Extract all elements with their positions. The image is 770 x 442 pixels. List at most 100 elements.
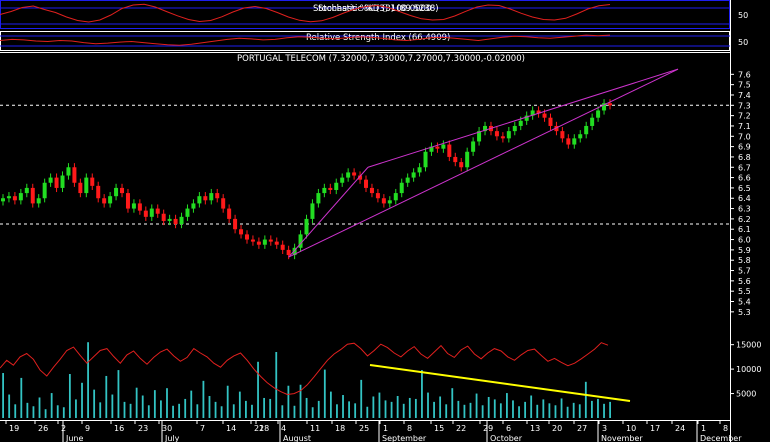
- candle-body: [48, 177, 53, 183]
- volume-bar: [354, 403, 357, 418]
- price-tick-label: 6.0: [738, 236, 751, 245]
- x-day-label: 26: [38, 424, 48, 433]
- volume-bar: [402, 403, 405, 418]
- volume-tick-label: 10000: [736, 365, 761, 374]
- candle-body: [54, 177, 59, 188]
- volume-bar: [530, 395, 533, 418]
- volume-bar: [396, 396, 399, 418]
- volume-trendline: [369, 364, 631, 402]
- volume-bar: [178, 403, 181, 418]
- price-tick-label: 7.1: [738, 122, 751, 131]
- x-day-label: 22: [456, 424, 466, 433]
- volume-bar: [147, 405, 150, 418]
- volume-bar: [56, 405, 59, 418]
- candle-body: [316, 193, 321, 204]
- volume-bar: [524, 401, 527, 418]
- volume-bar: [475, 393, 478, 418]
- price-tick-label: 5.7: [738, 267, 751, 276]
- volume-bar: [463, 404, 466, 418]
- volume-bar: [166, 388, 168, 418]
- volume-overlay-line: [0, 342, 609, 396]
- x-day-label: 7: [200, 424, 205, 433]
- volume-bar: [93, 389, 96, 418]
- volume-bar: [445, 404, 448, 418]
- candle-body: [518, 120, 523, 126]
- volume-bar: [342, 395, 344, 418]
- candle-body: [120, 187, 125, 194]
- volume-tick-label: 15000: [736, 341, 761, 350]
- volume-bar: [433, 401, 435, 418]
- x-day-label: 10: [626, 424, 636, 433]
- volume-bar: [323, 369, 326, 418]
- volume-bar: [160, 400, 162, 418]
- volume-bar: [554, 405, 557, 418]
- x-axis: 19 26 2 9 16 23 30 7 14 2128 4 11 18 25 1 8 15 22 29 6 13 20 2…: [0, 420, 742, 442]
- price-title: PORTUGAL TELECOM (7.32000,7.33000,7.2700…: [237, 54, 525, 64]
- candle-body: [465, 151, 470, 168]
- volume-bar: [32, 406, 35, 418]
- volume-bar: [275, 352, 278, 418]
- candle-body: [209, 193, 214, 201]
- volume-tick-label: 5000: [736, 390, 756, 399]
- price-tick-label: 5.8: [738, 256, 751, 265]
- price-tick-label: 7.6: [738, 70, 751, 79]
- stochastic-series-line: [0, 3, 611, 23]
- candle-body: [60, 175, 65, 188]
- candle-body: [102, 198, 107, 204]
- candle-body: [108, 196, 113, 204]
- price-tick-label: 5.6: [738, 277, 751, 286]
- volume-bar: [99, 402, 102, 418]
- volume-bar: [590, 400, 593, 418]
- stochastic-tick-label: 50: [738, 11, 748, 20]
- x-day-label: 30: [162, 424, 172, 433]
- candle-body: [417, 167, 422, 173]
- volume-bar: [75, 399, 77, 418]
- volume-bar: [135, 387, 138, 418]
- volume-bar: [141, 395, 144, 418]
- volume-bar: [578, 404, 581, 418]
- candle-body: [262, 239, 267, 245]
- price-tick-label: 5.9: [738, 246, 751, 255]
- x-month-label: November: [601, 434, 643, 442]
- volume-bar: [609, 401, 611, 418]
- x-day-label: 19: [9, 424, 19, 433]
- volume-bar: [111, 394, 114, 418]
- price-trendline: [288, 68, 679, 258]
- volume-bar: [202, 380, 205, 418]
- volume-bar: [572, 402, 575, 418]
- volume-bar: [38, 397, 41, 418]
- volume-bar: [427, 392, 429, 418]
- volume-bar: [366, 406, 369, 418]
- volume-bar: [536, 404, 539, 418]
- volume-bar: [263, 397, 266, 418]
- volume-bar: [421, 370, 423, 418]
- candle-body: [447, 144, 452, 157]
- candle-body: [441, 144, 446, 149]
- volume-bar: [499, 403, 502, 418]
- volume-bar: [123, 401, 126, 418]
- price-tick-label: 6.8: [738, 153, 751, 162]
- price-tick-label: 6.7: [738, 163, 751, 172]
- candle-body: [387, 200, 392, 204]
- volume-bar: [117, 370, 120, 418]
- candle-body: [572, 138, 577, 145]
- x-month-label: September: [382, 434, 427, 442]
- candle-body: [328, 187, 333, 190]
- price-trendline: [367, 68, 679, 168]
- candle-body: [405, 177, 410, 183]
- candle-body: [72, 167, 77, 183]
- x-day-label: 2: [61, 424, 66, 433]
- volume-bar: [487, 396, 490, 418]
- candle-body: [125, 193, 130, 209]
- volume-bar: [597, 398, 599, 418]
- x-day-label: 23: [138, 424, 148, 433]
- candle-body: [84, 177, 89, 194]
- volume-bar: [226, 385, 229, 418]
- volume-bar: [153, 390, 156, 418]
- candle-body: [6, 196, 11, 199]
- candle-body: [256, 241, 261, 245]
- price-panel: PORTUGAL TELECOM (7.32000,7.33000,7.2700…: [0, 0, 751, 442]
- volume-bar: [196, 404, 199, 418]
- volume-bar: [378, 392, 381, 418]
- volume-bar: [518, 406, 520, 418]
